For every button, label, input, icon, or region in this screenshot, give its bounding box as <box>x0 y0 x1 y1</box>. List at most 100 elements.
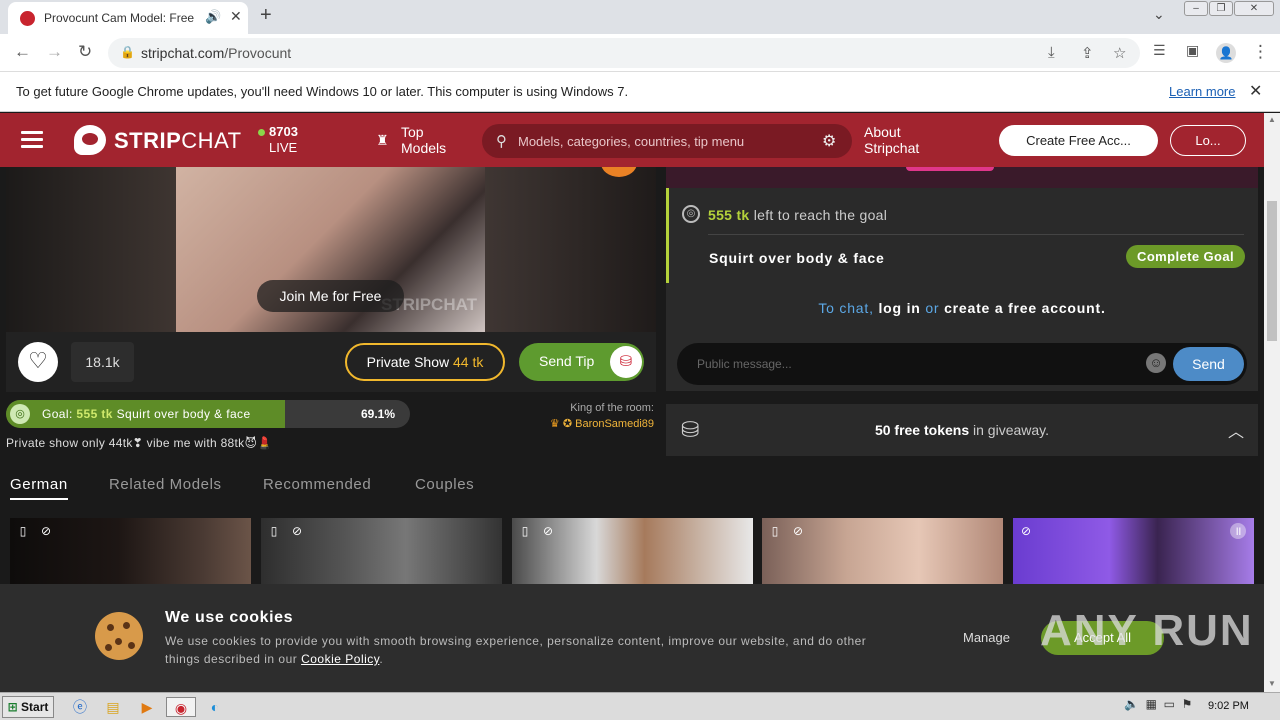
login-button[interactable]: Lo... <box>1170 125 1246 156</box>
logo-bold: STRIP <box>114 128 182 153</box>
tab-german[interactable]: German <box>10 476 68 493</box>
send-message-button[interactable]: Send <box>1173 347 1244 381</box>
active-tab-underline <box>10 498 68 500</box>
flag-icon[interactable]: ⚑ <box>1182 697 1193 711</box>
complete-goal-button[interactable]: Complete Goal <box>1126 245 1245 268</box>
stripchat-favicon-icon <box>20 11 35 26</box>
url-domain: stripchat.com <box>141 45 225 61</box>
stripchat-logo-icon[interactable] <box>74 125 106 155</box>
side-panel-icon[interactable]: ▣ <box>1186 42 1199 59</box>
volume-icon[interactable]: 🔈 <box>1124 697 1139 711</box>
browser-tab[interactable]: Provocunt Cam Model: Free Liv 🔊 ✕ <box>8 2 248 34</box>
search-input[interactable] <box>518 130 808 152</box>
tab-related-models[interactable]: Related Models <box>109 476 222 493</box>
edge-icon[interactable]: ◐ <box>205 697 225 717</box>
model-thumbnail[interactable]: ▯ ⊘ <box>10 518 251 584</box>
new-tab-icon[interactable]: + <box>260 4 272 27</box>
system-clock[interactable]: 9:02 PM <box>1208 700 1249 712</box>
bookmark-star-icon[interactable]: ☆ <box>1113 44 1126 62</box>
minimize-window-icon[interactable]: – <box>1184 1 1208 16</box>
create-account-button[interactable]: Create Free Acc... <box>999 125 1158 156</box>
audio-playing-icon[interactable]: 🔊 <box>205 9 221 25</box>
profile-avatar-icon[interactable]: 👤 <box>1216 43 1236 63</box>
goal-target-icon: ◎ <box>10 404 30 424</box>
log-in-link[interactable]: log in <box>878 300 920 316</box>
browser-tab-strip: Provocunt Cam Model: Free Liv 🔊 ✕ + ⌄ – … <box>0 0 1280 34</box>
search-icon: ⚲ <box>496 133 507 150</box>
giveaway-bold: 50 free tokens <box>874 422 970 438</box>
giveaway-banner[interactable]: ⛁ 50 free tokens in giveaway. ︿ <box>666 404 1258 456</box>
hamburger-menu-icon[interactable] <box>21 131 43 149</box>
filter-settings-icon[interactable]: ⚙ <box>822 131 836 151</box>
logo-light: CHAT <box>181 128 242 153</box>
king-of-room: King of the room: ♛ ✪ BaronSamedi89 <box>520 402 654 430</box>
start-button[interactable]: ⊞ Start <box>2 696 54 718</box>
search-bar[interactable]: ⚲ ⚙ <box>482 124 852 158</box>
model-thumbnail[interactable]: ▯ ⊘ <box>261 518 502 584</box>
address-bar[interactable]: 🔒 stripchat.com/Provocunt ⤓ ⇪ ☆ <box>108 38 1140 68</box>
lock-icon[interactable]: 🔒 <box>120 45 135 59</box>
goal-card-suffix: left to reach the goal <box>753 207 888 223</box>
model-thumbnail[interactable]: ⊘ ॥ <box>1013 518 1254 584</box>
system-tray[interactable]: 🔈 ▦ ▭ ⚑ <box>1124 697 1192 711</box>
scroll-up-icon[interactable]: ▲ <box>1268 115 1276 124</box>
emoji-icon[interactable]: ☺ <box>1146 353 1166 373</box>
chrome-taskbar-icon[interactable]: ◉ <box>166 697 196 717</box>
king-name[interactable]: BaronSamedi89 <box>575 418 654 430</box>
live-counter[interactable]: 8703 LIVE <box>258 124 298 156</box>
goal-card-name: Squirt over body & face <box>709 250 885 266</box>
cookie-title: We use cookies <box>165 609 294 626</box>
internet-explorer-icon[interactable]: ⓔ <box>70 697 90 717</box>
forward-icon[interactable]: → <box>46 42 63 62</box>
king-label: King of the room: <box>570 402 654 414</box>
create-account-link[interactable]: create a free account. <box>944 300 1106 316</box>
goal-target-icon: ◎ <box>682 205 700 223</box>
model-thumbnail[interactable]: ▯ ⊘ <box>762 518 1003 584</box>
share-icon[interactable]: ⇪ <box>1081 44 1094 62</box>
browser-toolbar: ← → ↻ 🔒 stripchat.com/Provocunt ⤓ ⇪ ☆ ☰ … <box>0 34 1280 72</box>
public-message-input[interactable] <box>697 354 1137 374</box>
tab-couples[interactable]: Couples <box>415 476 474 493</box>
goal-card: ◎ 555 tk left to reach the goal Squirt o… <box>666 188 1258 283</box>
private-show-button[interactable]: Private Show 44 tk <box>345 343 505 381</box>
join-me-for-free-button[interactable]: Join Me for Free <box>257 280 404 312</box>
scrollbar-thumb[interactable] <box>1267 201 1277 341</box>
cookie-icon <box>95 612 143 660</box>
power-icon[interactable]: ▭ <box>1164 697 1175 711</box>
back-icon[interactable]: ← <box>14 42 31 62</box>
favorite-heart-icon[interactable]: ♡ <box>18 342 58 382</box>
restore-window-icon[interactable]: ❐ <box>1209 1 1233 16</box>
file-explorer-icon[interactable]: ▤ <box>103 697 123 717</box>
learn-more-link[interactable]: Learn more <box>1169 84 1235 99</box>
interactive-toy-icon: ⊘ <box>1020 524 1032 538</box>
interactive-toy-icon: ⊘ <box>542 524 554 538</box>
media-player-icon[interactable]: ▶ <box>137 697 157 717</box>
about-stripchat-link[interactable]: About Stripchat <box>864 124 944 156</box>
media-control-icon[interactable]: ☰ <box>1153 42 1166 59</box>
goal-percent: 69.1% <box>361 407 396 421</box>
cookie-policy-link[interactable]: Cookie Policy <box>301 652 379 666</box>
install-app-icon[interactable]: ⤓ <box>1048 44 1055 61</box>
chevron-up-icon[interactable]: ︿ <box>1228 418 1244 442</box>
close-tab-icon[interactable]: ✕ <box>230 8 242 25</box>
dismiss-infobar-icon[interactable]: ✕ <box>1249 81 1262 101</box>
chrome-menu-icon[interactable]: ⋮ <box>1252 42 1269 62</box>
reload-icon[interactable]: ↻ <box>78 42 92 62</box>
network-icon[interactable]: ▦ <box>1146 697 1157 711</box>
site-header: STRIPCHAT 8703 LIVE ♜ Top Models ⚲ ⚙ Abo… <box>0 113 1264 167</box>
windows-logo-icon: ⊞ <box>7 700 18 714</box>
tab-recommended[interactable]: Recommended <box>263 476 371 493</box>
manage-cookies-button[interactable]: Manage <box>963 630 1010 645</box>
goal-text: Goal: 555 tk Squirt over body & face <box>42 407 251 421</box>
send-tip-button[interactable]: Send Tip ⛁ <box>519 343 644 381</box>
message-row: ☺ Send <box>666 341 1258 391</box>
site-logo[interactable]: STRIPCHAT <box>114 128 242 154</box>
close-window-icon[interactable]: ✕ <box>1234 1 1274 16</box>
start-label: Start <box>21 700 49 714</box>
tab-search-icon[interactable]: ⌄ <box>1153 6 1165 23</box>
model-thumbnail[interactable]: ▯ ⊘ <box>512 518 753 584</box>
interactive-toy-icon: ⊘ <box>792 524 804 538</box>
favorites-count: 18.1k <box>71 342 134 382</box>
page-scrollbar[interactable]: ▲ ▼ <box>1264 113 1280 692</box>
scroll-down-icon[interactable]: ▼ <box>1268 679 1276 688</box>
